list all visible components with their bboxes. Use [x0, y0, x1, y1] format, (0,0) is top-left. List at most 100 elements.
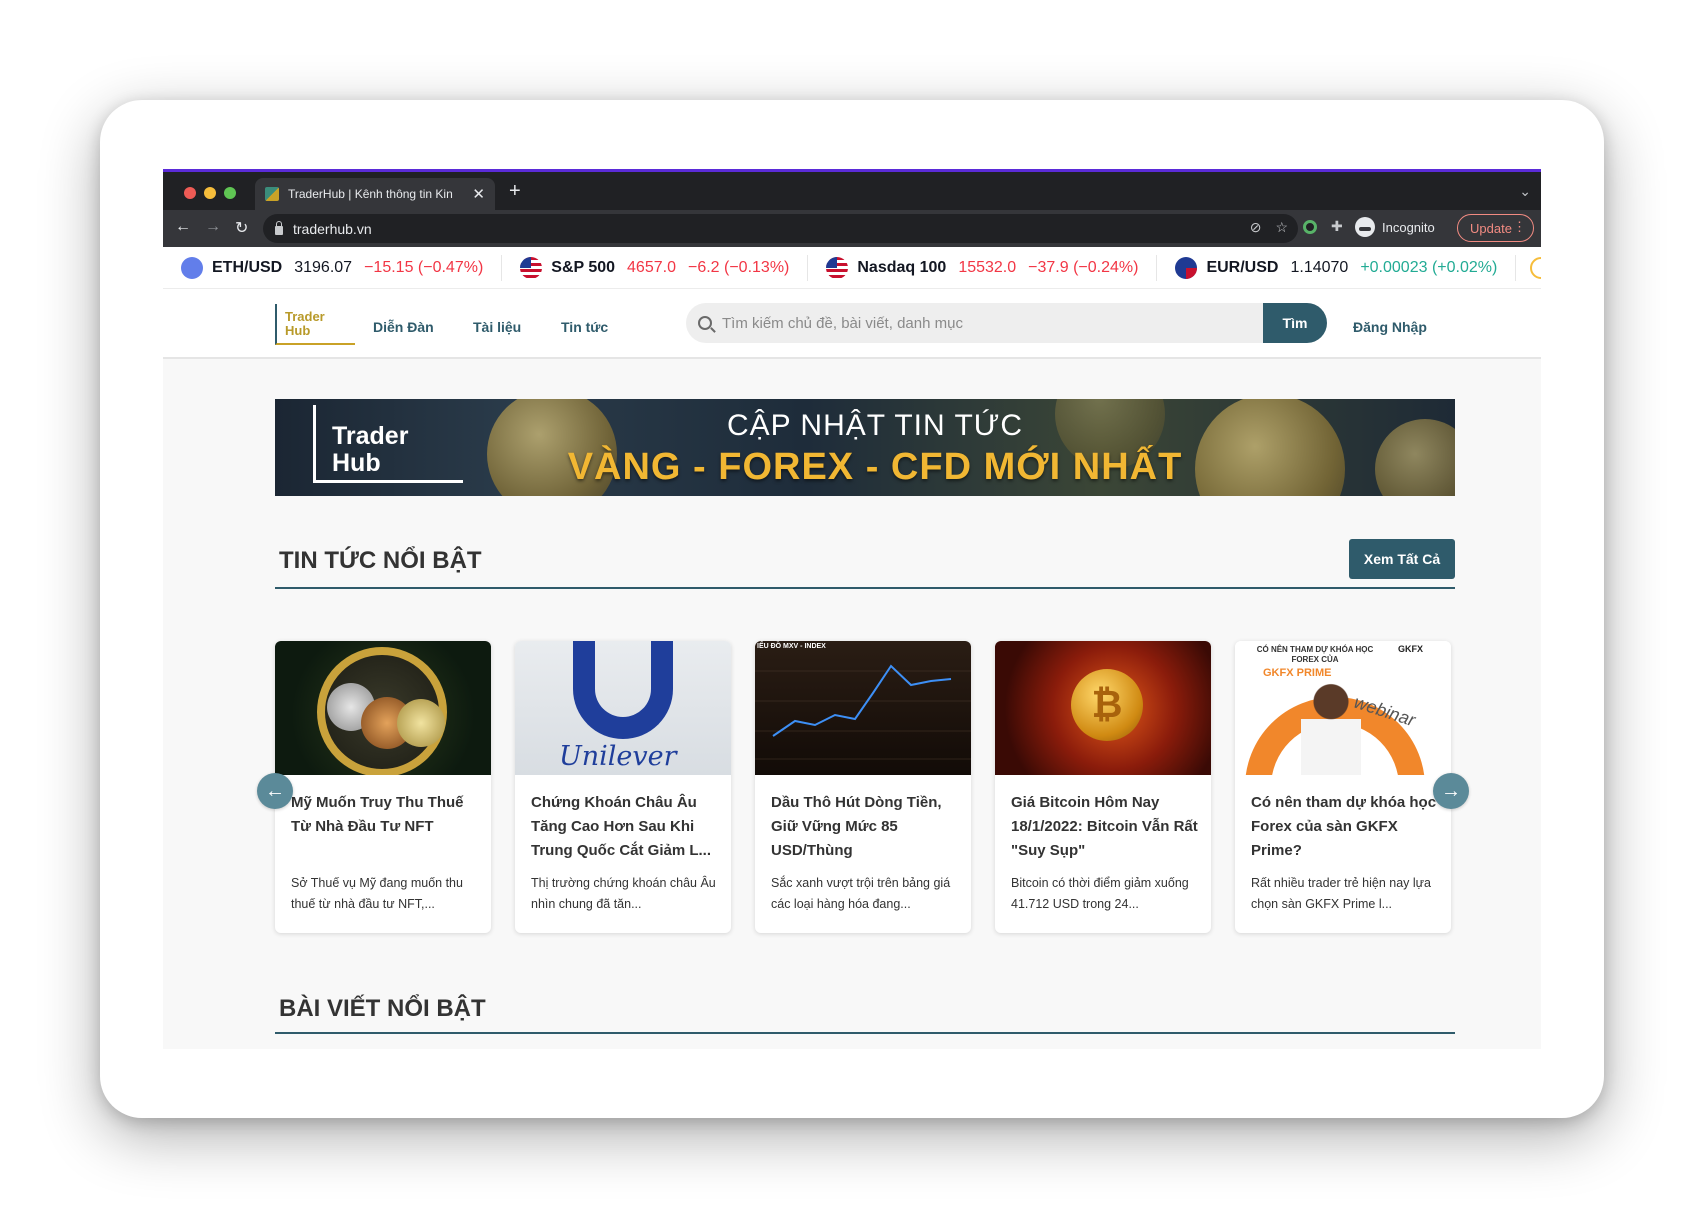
- tab-strip: TraderHub | Kênh thông tin Kin ✕ + ⌄: [163, 172, 1541, 210]
- banner-headline: CẬP NHẬT TIN TỨC: [726, 409, 1024, 442]
- close-window-button[interactable]: [184, 187, 196, 199]
- gkfx-prime-text: GKFX PRIME: [1263, 667, 1332, 679]
- url-text: traderhub.vn: [293, 220, 372, 237]
- ethereum-icon: [181, 256, 203, 279]
- banner-subheadline: VÀNG - FOREX - CFD MỚI NHẤT: [567, 446, 1183, 488]
- minimize-window-button[interactable]: [204, 187, 216, 199]
- news-card[interactable]: ₿ Giá Bitcoin Hôm Nay 18/1/2022: Bitcoin…: [995, 641, 1211, 933]
- browser-window: TraderHub | Kênh thông tin Kin ✕ + ⌄ ← →…: [163, 169, 1541, 1049]
- card-title: Dầu Thô Hút Dòng Tiền, Giữ Vững Mức 85 U…: [771, 794, 942, 859]
- incognito-icon: [1355, 217, 1375, 237]
- card-image: IỂU ĐỒ MXV - INDEX: [755, 641, 971, 775]
- card-description: Bitcoin có thời điểm giảm xuống 41.712 U…: [1011, 876, 1189, 911]
- ticker-item[interactable]: Nasdaq 100 15532.0 −37.9 (−0.24%): [808, 254, 1158, 281]
- ticker-item[interactable]: S&P 500 4657.0 −6.2 (−0.13%): [502, 254, 809, 281]
- unilever-wordmark: Unilever: [559, 741, 677, 772]
- featured-posts-header: BÀI VIẾT NỔI BẬT: [275, 979, 1455, 1034]
- nav-forum[interactable]: Diễn Đàn: [373, 319, 434, 335]
- image-question-text: CÓ NÊN THAM DỰ KHÓA HỌC FOREX CỦA: [1256, 645, 1374, 664]
- tab-title: TraderHub | Kênh thông tin Kin: [288, 187, 453, 201]
- news-card[interactable]: Unilever Chứng Khoán Châu Âu Tăng Cao Hơ…: [515, 641, 731, 933]
- lock-icon[interactable]: [275, 221, 283, 235]
- new-tab-icon[interactable]: +: [509, 180, 521, 203]
- menu-dots-icon[interactable]: ⋮: [1513, 219, 1526, 235]
- ticker-next-icon[interactable]: [1530, 256, 1541, 279]
- incognito-indicator[interactable]: Incognito: [1355, 217, 1435, 237]
- tab-close-icon[interactable]: ✕: [472, 185, 485, 203]
- eye-slash-icon[interactable]: ⊘: [1250, 219, 1262, 236]
- site-header: Trader Hub Diễn Đàn Tài liệu Tin tức Tìm…: [163, 289, 1541, 359]
- us-flag-icon: [520, 256, 543, 279]
- card-description: Thị trường chứng khoán châu Âu nhìn chun…: [531, 876, 716, 911]
- search-box: [686, 303, 1266, 343]
- coin-graphic: [397, 699, 445, 747]
- carousel-next-arrow-icon[interactable]: →: [1433, 773, 1469, 809]
- tab-search-chevron-icon[interactable]: ⌄: [1519, 183, 1531, 200]
- extensions: ✚: [1303, 218, 1343, 235]
- card-description: Rất nhiều trader trẻ hiện nay lựa chọn s…: [1251, 876, 1431, 911]
- update-button[interactable]: Update ⋮: [1457, 214, 1534, 242]
- card-image: Unilever: [515, 641, 731, 775]
- url-field[interactable]: traderhub.vn ⊘ ☆: [263, 214, 1298, 243]
- maximize-window-button[interactable]: [224, 187, 236, 199]
- news-card[interactable]: Mỹ Muốn Truy Thu Thuế Từ Nhà Đầu Tư NFT …: [275, 641, 491, 933]
- card-title: Mỹ Muốn Truy Thu Thuế Từ Nhà Đầu Tư NFT: [291, 794, 464, 835]
- card-description: Sắc xanh vượt trội trên bảng giá các loạ…: [771, 876, 951, 911]
- logo-text: Trader Hub: [285, 309, 325, 338]
- nav-documents[interactable]: Tài liệu: [473, 319, 521, 335]
- eu-us-flag-icon: [1175, 256, 1198, 279]
- bookmark-star-icon[interactable]: ☆: [1275, 219, 1288, 236]
- gkfx-logo: GKFX: [1397, 644, 1423, 654]
- ticker-price: 4657.0: [627, 258, 676, 276]
- presenter-photo: [1301, 681, 1361, 775]
- card-title: Có nên tham dự khóa học Forex của sàn GK…: [1251, 794, 1437, 859]
- ticker-item[interactable]: ETH/USD 3196.07 −15.15 (−0.47%): [163, 254, 503, 281]
- ticker-change: −37.9 (−0.24%): [1028, 258, 1139, 276]
- ticker-change: −15.15 (−0.47%): [364, 258, 484, 276]
- ticker-tape: ETH/USD 3196.07 −15.15 (−0.47%) S&P 500 …: [163, 247, 1541, 289]
- update-label: Update: [1470, 220, 1512, 236]
- back-arrow-icon[interactable]: ←: [175, 218, 191, 236]
- ticker-price: 3196.07: [294, 258, 353, 276]
- ticker-symbol: S&P 500: [551, 258, 616, 276]
- featured-news-header: TIN TỨC NỔI BẬT Xem Tất Cả: [275, 539, 1455, 589]
- search-input[interactable]: [722, 314, 1222, 332]
- ticker-symbol: EUR/USD: [1206, 258, 1279, 276]
- puzzle-icon[interactable]: ✚: [1331, 218, 1343, 235]
- ticker-item[interactable]: EUR/USD 1.14070 +0.00023 (+0.02%): [1157, 254, 1517, 281]
- reload-icon[interactable]: ↻: [235, 218, 248, 238]
- carousel-prev-arrow-icon[interactable]: ←: [257, 773, 293, 809]
- news-card[interactable]: IỂU ĐỒ MXV - INDEX Dầu Thô Hút Dòng Tiền…: [755, 641, 971, 933]
- search-icon: [698, 316, 712, 330]
- forward-arrow-icon[interactable]: →: [205, 218, 221, 236]
- ticker-price: 1.14070: [1290, 258, 1349, 276]
- extension-icon[interactable]: [1303, 219, 1317, 234]
- browser-tab[interactable]: TraderHub | Kênh thông tin Kin ✕: [255, 178, 495, 210]
- unilever-logo-graphic: [573, 641, 673, 739]
- section-title: BÀI VIẾT NỔI BẬT: [279, 995, 486, 1022]
- address-bar: ← → ↻ traderhub.vn ⊘ ☆ ✚ Incognito Updat…: [163, 210, 1541, 247]
- ticker-change: +0.00023 (+0.02%): [1360, 258, 1498, 276]
- section-title: TIN TỨC NỔI BẬT: [279, 547, 482, 574]
- view-all-button[interactable]: Xem Tất Cả: [1349, 539, 1455, 579]
- promo-banner[interactable]: Trader Hub CẬP NHẬT TIN TỨC VÀNG - FOREX…: [275, 399, 1455, 496]
- ticker-symbol: Nasdaq 100: [857, 258, 947, 276]
- card-image: [275, 641, 491, 775]
- us-flag-icon: [826, 256, 849, 279]
- omnibox-icons: ⊘ ☆: [1250, 219, 1288, 236]
- nav-news[interactable]: Tin tức: [561, 319, 608, 335]
- card-title: Chứng Khoán Châu Âu Tăng Cao Hơn Sau Khi…: [531, 794, 712, 859]
- favicon-icon: [265, 187, 279, 201]
- incognito-label: Incognito: [1382, 219, 1435, 235]
- ticker-symbol: ETH/USD: [212, 258, 283, 276]
- site-logo[interactable]: Trader Hub: [275, 304, 355, 345]
- card-description: Sở Thuế vụ Mỹ đang muốn thu thuế từ nhà …: [291, 876, 463, 911]
- ticker-change: −6.2 (−0.13%): [687, 258, 790, 276]
- search-button[interactable]: Tìm: [1263, 303, 1327, 343]
- card-image: ₿: [995, 641, 1211, 775]
- card-title: Giá Bitcoin Hôm Nay 18/1/2022: Bitcoin V…: [1011, 794, 1198, 859]
- ticker-price: 15532.0: [958, 258, 1017, 276]
- price-line-graphic: [755, 664, 971, 760]
- login-link[interactable]: Đăng Nhập: [1353, 319, 1427, 335]
- news-card[interactable]: CÓ NÊN THAM DỰ KHÓA HỌC FOREX CỦA GKFX P…: [1235, 641, 1451, 933]
